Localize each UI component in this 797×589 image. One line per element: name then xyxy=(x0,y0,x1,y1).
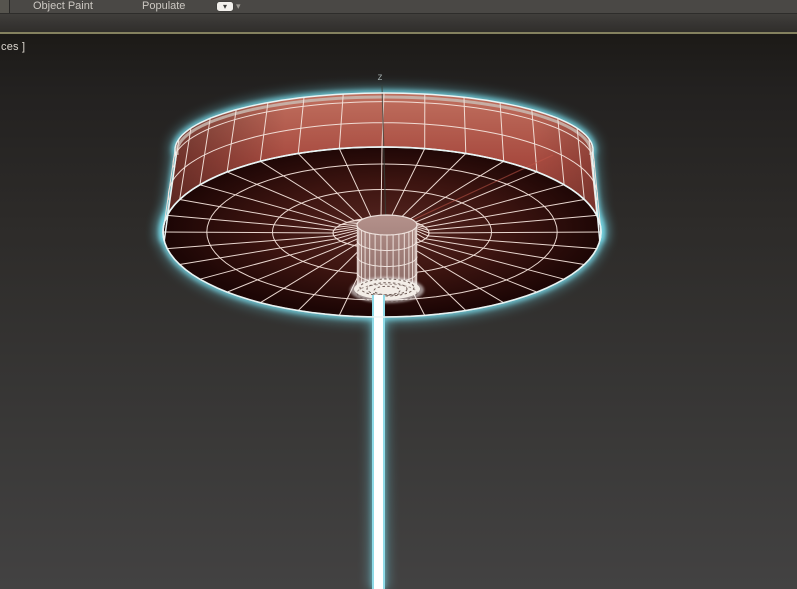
viewport-top-border xyxy=(0,32,797,34)
ribbon-options-caret-icon[interactable]: ▾ xyxy=(236,1,241,12)
hub-bottom-cap xyxy=(350,277,424,303)
viewport-canvas[interactable]: z xyxy=(0,0,797,589)
viewport-label-fragment[interactable]: ces ] xyxy=(1,41,25,53)
ribbon-minimize-button[interactable]: ▾ xyxy=(217,2,233,11)
partial-tab-edge[interactable] xyxy=(0,0,10,13)
application-window: Object Paint Populate ▾ ▾ ces ] z xyxy=(0,0,797,589)
caret-down-icon: ▾ xyxy=(222,2,227,11)
ribbon-tab-object-paint[interactable]: Object Paint xyxy=(33,0,93,13)
ribbon-tab-populate[interactable]: Populate xyxy=(142,0,185,13)
ribbon-tab-bar: Object Paint Populate ▾ ▾ xyxy=(0,0,797,13)
ribbon-body-collapsed[interactable] xyxy=(0,13,797,32)
stand-pole xyxy=(372,295,385,589)
z-axis-label: z xyxy=(378,72,383,83)
